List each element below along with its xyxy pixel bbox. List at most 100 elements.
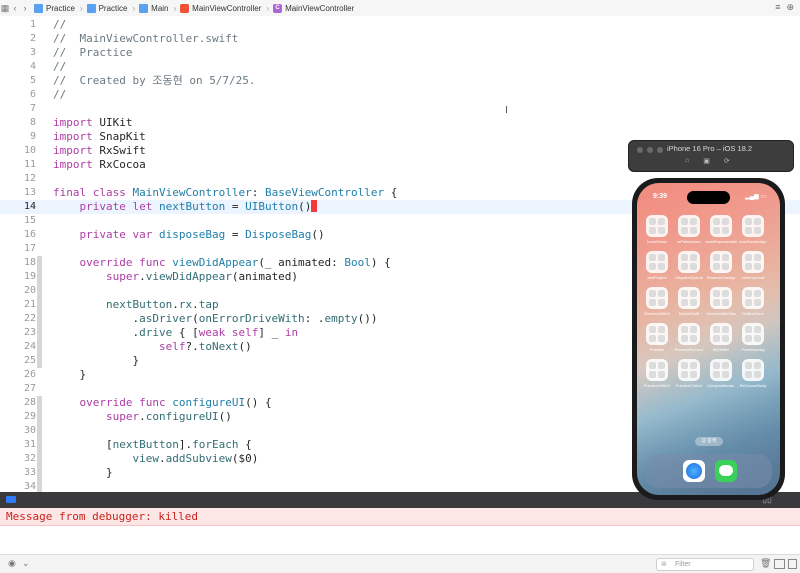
close-window-icon[interactable]: [637, 147, 643, 153]
app-icon[interactable]: codeRepresentation: [705, 215, 737, 244]
debug-area-toggle-icon[interactable]: [6, 496, 16, 503]
split-left-icon[interactable]: [774, 559, 785, 569]
code-text: import RxSwift: [53, 144, 146, 157]
auto-toggle-icon[interactable]: ⌄: [22, 558, 30, 569]
app-icon[interactable]: lockScreenApp: [740, 215, 766, 244]
messages-icon[interactable]: [715, 460, 737, 482]
app-icon[interactable]: NetflixClone: [742, 287, 766, 316]
app-icon[interactable]: testProject: [646, 251, 670, 280]
line-number: 6: [29, 89, 36, 100]
change-ribbon[interactable]: [37, 354, 42, 368]
code-line[interactable]: 5 // Created by 조동현 on 5/7/25.: [0, 74, 800, 88]
eye-icon[interactable]: ◉: [8, 558, 16, 569]
app-label: PokeMonday: [741, 347, 765, 352]
breadcrumb-item[interactable]: Practice ›: [34, 3, 83, 13]
app-glyph-icon: [710, 251, 732, 273]
trash-icon[interactable]: 🗑: [760, 558, 771, 569]
code-text: private var disposeBag = DisposeBag(): [79, 228, 325, 241]
change-ribbon[interactable]: [37, 452, 42, 466]
zoom-window-icon[interactable]: [657, 147, 663, 153]
app-icon[interactable]: MyNetflix: [710, 323, 734, 352]
code-text: final class MainViewController: BaseView…: [53, 186, 398, 199]
change-ribbon[interactable]: [37, 466, 42, 480]
change-ribbon[interactable]: [37, 298, 42, 312]
simulator-window-titlebar[interactable]: iPhone 16 Pro – iOS 18.2 ⌂ ▣ ⟳: [628, 140, 794, 172]
forward-arrow-icon[interactable]: ›: [20, 3, 30, 13]
app-label: Practice: [649, 347, 665, 352]
breadcrumb-item[interactable]: C MainViewController: [273, 3, 354, 13]
change-ribbon[interactable]: [37, 438, 42, 452]
folder-icon: [86, 3, 96, 13]
line-number: 9: [29, 131, 36, 142]
change-ribbon[interactable]: [37, 270, 42, 284]
code-text: // Created by 조동현 on 5/7/25.: [53, 74, 256, 87]
screenshot-icon[interactable]: ▣: [703, 157, 710, 165]
window-controls: [637, 147, 663, 153]
breadcrumb-item[interactable]: Main ›: [139, 3, 176, 13]
safari-icon[interactable]: [683, 460, 705, 482]
code-line[interactable]: 2 // MainViewController.swift: [0, 32, 800, 46]
change-ribbon[interactable]: [37, 424, 42, 438]
app-glyph-icon: [646, 215, 668, 237]
home-icon[interactable]: ⌂: [685, 157, 689, 165]
grid-icon[interactable]: ▦: [0, 3, 10, 14]
code-line[interactable]: 4 //: [0, 60, 800, 74]
home-screen[interactable]: 9:39 ▂▄▆ ▭ InnerMusic isPalindrome codeRep…: [637, 183, 780, 495]
line-number: 28: [23, 397, 36, 408]
app-icon[interactable]: GenericWithSt: [644, 287, 670, 316]
line-number: 10: [23, 145, 36, 156]
app-label: ReserveCarApp: [706, 275, 736, 280]
app-icon[interactable]: PokeMonday: [741, 323, 766, 352]
code-line[interactable]: 8 import UIKit: [0, 116, 800, 130]
app-icon[interactable]: Practice: [646, 323, 670, 352]
app-icon[interactable]: RxCocoaStudy: [740, 359, 766, 388]
app-icon[interactable]: DispatchQueue: [675, 251, 703, 280]
change-ribbon[interactable]: [37, 410, 42, 424]
code-line[interactable]: 6 //: [0, 88, 800, 102]
change-ribbon[interactable]: [37, 480, 42, 492]
change-ribbon[interactable]: [37, 284, 42, 298]
app-label: PracticeRxCoco: [674, 347, 704, 352]
app-icon[interactable]: PracticeCollect: [676, 359, 702, 388]
app-icon[interactable]: CompositionalL: [707, 359, 735, 388]
back-arrow-icon[interactable]: ‹: [10, 3, 20, 13]
app-glyph-icon: [678, 215, 700, 237]
line-number: 11: [23, 159, 36, 170]
app-icon[interactable]: PracticeRxCoco: [675, 323, 703, 352]
code-line[interactable]: 3 // Practice: [0, 46, 800, 60]
search-pill[interactable]: Q 검색: [695, 437, 723, 446]
debug-console[interactable]: Message from debugger: killed: [0, 508, 800, 554]
app-icon[interactable]: GenericWithObs: [706, 287, 736, 316]
app-icon[interactable]: memoryLeak: [741, 251, 766, 280]
line-number: 7: [29, 103, 36, 114]
change-ribbon[interactable]: [37, 326, 42, 340]
change-ribbon[interactable]: [37, 396, 42, 410]
split-right-icon[interactable]: [788, 559, 797, 569]
breadcrumb-item[interactable]: MainViewController ›: [180, 3, 269, 13]
code-line[interactable]: 7: [0, 102, 800, 116]
app-icon[interactable]: MyNetSwift: [678, 287, 702, 316]
class-icon: C: [273, 3, 283, 13]
app-label: NetflixClone: [742, 311, 764, 316]
change-ribbon[interactable]: [37, 256, 42, 270]
line-number: 13: [23, 187, 36, 198]
editor-options-icon[interactable]: ≡: [775, 2, 780, 13]
folder-icon: [139, 3, 149, 13]
rotate-icon[interactable]: ⟳: [724, 157, 730, 165]
app-icon[interactable]: InnerMusic: [646, 215, 670, 244]
app-icon[interactable]: PracticeWithUI: [644, 359, 670, 388]
minimize-window-icon[interactable]: [647, 147, 653, 153]
filter-icon: ⊜: [661, 561, 667, 568]
change-ribbon[interactable]: [37, 312, 42, 326]
change-ribbon[interactable]: [37, 340, 42, 354]
code-line[interactable]: 1 //: [0, 18, 800, 32]
add-editor-icon[interactable]: ⊕: [786, 2, 794, 13]
breadcrumb-label: Main: [151, 3, 169, 13]
breadcrumb-item[interactable]: Practice ›: [86, 3, 135, 13]
code-text: .drive { [weak self] _ in: [53, 326, 299, 339]
app-glyph-icon: [678, 287, 700, 309]
app-icon[interactable]: isPalindrome: [677, 215, 702, 244]
app-icon[interactable]: ReserveCarApp: [707, 251, 735, 280]
app-glyph-icon: [678, 251, 700, 273]
filter-input[interactable]: ⊜ Filter: [656, 558, 754, 571]
